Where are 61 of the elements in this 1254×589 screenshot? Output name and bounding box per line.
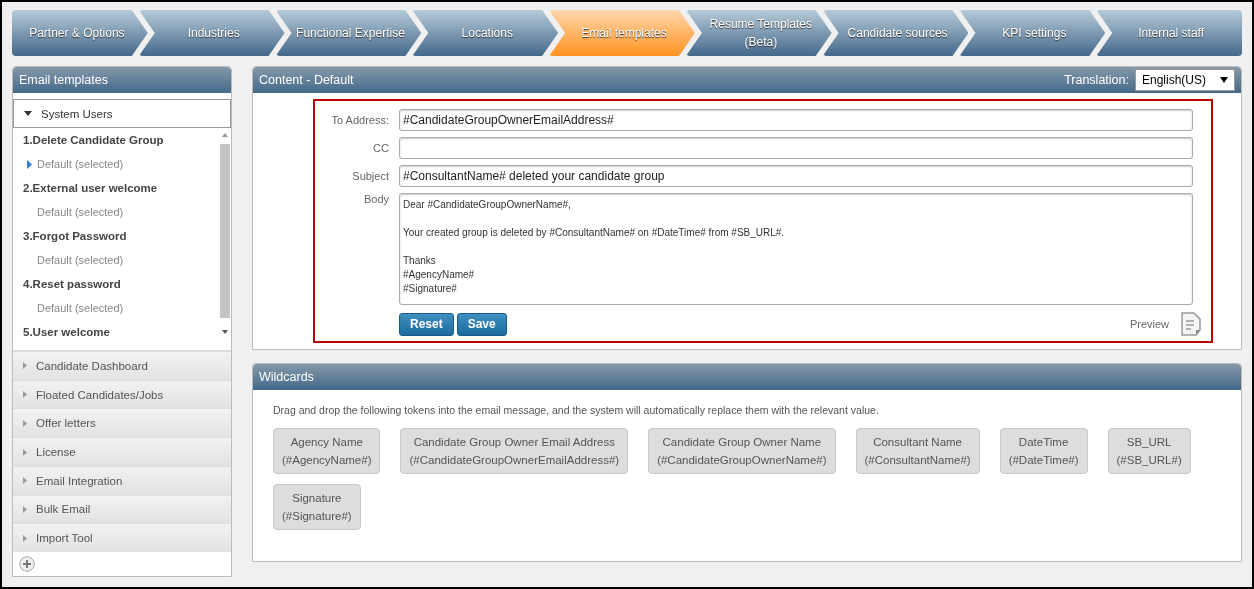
input-field[interactable]: #ConsultantName# deleted your candidate group (399, 165, 1193, 187)
instruction-text: Drag and drop the following tokens into the email message, and the system will automatically replace them with the relevant value. (273, 404, 880, 416)
template-item[interactable]: 1.Delete Candidate Group (23, 128, 219, 153)
accordion-header[interactable]: System Users (13, 98, 231, 129)
document-icon[interactable] (1179, 311, 1203, 337)
accordion-header[interactable]: Email Integration (13, 465, 231, 495)
input-field[interactable]: #CandidateGroupOwnerEmailAddress# (399, 109, 1193, 131)
caret-down-icon (24, 111, 32, 117)
template-item[interactable]: 2.External user welcome (23, 176, 219, 201)
language-dropdown[interactable]: English(US) (1134, 69, 1235, 91)
body-textarea[interactable]: Dear #CandidateGroupOwnerName#, Your created group is deleted by #ConsultantName# on #DateTime# from #SB_URL#. Thanks #AgencyName# #Signature# (399, 193, 1193, 305)
wizard-step[interactable]: Internal staff (1096, 10, 1243, 56)
add-icon[interactable] (19, 556, 35, 572)
template-item[interactable]: 4.Reset password (23, 272, 219, 297)
panel-title: Content - Default (259, 73, 354, 87)
accordion-header[interactable]: Floated Candidates/Jobs (13, 379, 231, 409)
wildcard-token[interactable]: Agency Name (#AgencyName#) (273, 428, 381, 474)
panel-title: Email templates (13, 67, 231, 93)
template-item[interactable]: 3.Forgot Password (23, 224, 219, 249)
wizard-step[interactable]: Functional Expertise (275, 10, 422, 56)
caret-right-icon (23, 391, 27, 399)
accordion-header[interactable]: Candidate Dashboard (13, 351, 231, 380)
wizard-step[interactable]: Partner & Options (12, 10, 148, 56)
variant-item[interactable]: Default (selected) (23, 200, 219, 225)
accordion-header[interactable]: License (13, 437, 231, 466)
caret-right-icon (23, 534, 27, 542)
accordion-header[interactable]: Offer letters (13, 408, 231, 438)
field-label: CC (372, 142, 389, 154)
caret-right-icon (23, 448, 27, 456)
preview-label: Preview (1129, 318, 1169, 330)
caret-right-icon (23, 419, 27, 427)
form-button[interactable]: Reset (399, 312, 454, 336)
variant-item[interactable]: Default (selected) (23, 248, 219, 273)
caret-right-icon (23, 505, 27, 513)
wizard-step[interactable]: Resume Templates (Beta) (685, 10, 832, 56)
wizard-step[interactable]: Candidate sources (822, 10, 969, 56)
wildcard-token[interactable]: Signature (#Signature#) (273, 484, 361, 530)
wildcard-token[interactable]: DateTime (#DateTime#) (999, 428, 1088, 474)
caret-right-icon (27, 159, 32, 169)
wizard-step[interactable]: KPI settings (959, 10, 1106, 56)
wildcard-token[interactable]: Candidate Group Owner Email Address (#CandidateGroupOwnerEmailAddress#) (400, 428, 629, 474)
wildcard-token[interactable]: Consultant Name (#ConsultantName#) (855, 428, 980, 474)
caret-right-icon (23, 362, 27, 370)
input-field[interactable] (399, 137, 1193, 159)
accordion-header[interactable]: Import Tool (13, 523, 231, 552)
wizard-step[interactable]: Locations (412, 10, 559, 56)
form-button[interactable]: Save (456, 312, 507, 336)
accordion-header[interactable]: Bulk Email (13, 494, 231, 524)
wizard-step[interactable]: Industries (138, 10, 285, 56)
field-label: Body (362, 193, 389, 205)
field-label: Subject (351, 170, 389, 182)
caret-right-icon (23, 477, 27, 485)
wildcard-token[interactable]: SB_URL (#SB_URL#) (1107, 428, 1191, 474)
field-label: To Address: (330, 114, 389, 126)
translation-label: Translation: (1064, 73, 1129, 87)
caret-down-icon (1220, 77, 1228, 83)
variant-item[interactable]: Default (selected) (23, 152, 219, 177)
wildcard-token[interactable]: Candidate Group Owner Name (#CandidateGroupOwnerName#) (648, 428, 836, 474)
panel-title: Wildcards (253, 364, 1241, 390)
template-item[interactable]: 5.User welcome (23, 320, 219, 345)
variant-item[interactable]: Default (selected) (23, 296, 219, 321)
